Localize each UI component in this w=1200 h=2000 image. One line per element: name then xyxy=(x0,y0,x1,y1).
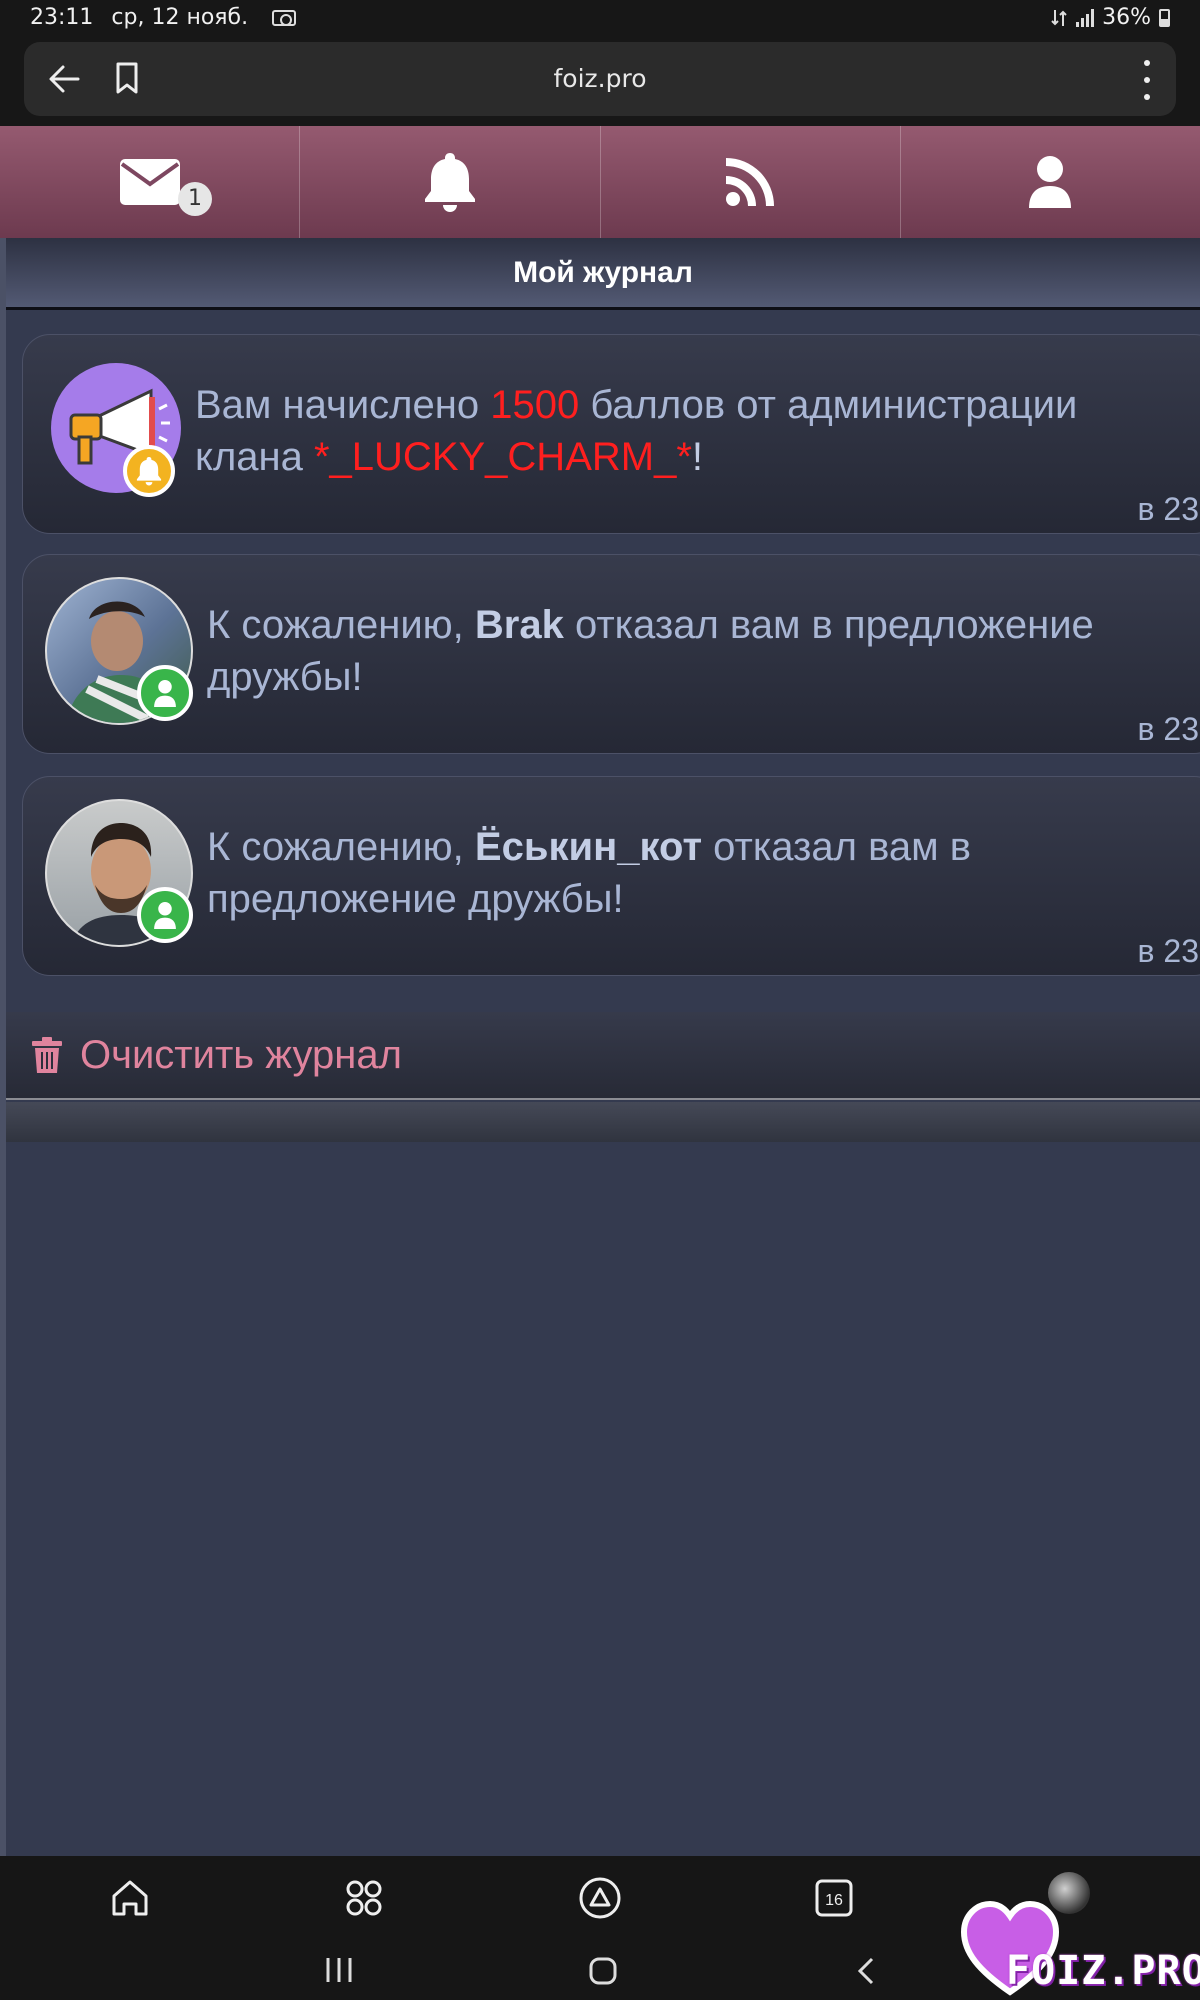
status-bar: 23:11 ср, 12 нояб. 36% xyxy=(0,0,1200,38)
notification-card[interactable]: К сожалению, Ёськин_кот отказал вам в пр… xyxy=(22,776,1200,976)
nav-tabs: 1 xyxy=(0,126,1200,238)
tab-messages[interactable]: 1 xyxy=(0,126,301,238)
watermark-logo: FOIZ.PRO xyxy=(960,1900,1200,2000)
notification-card[interactable]: К сожалению, Brak отказал вам в предложе… xyxy=(22,554,1200,754)
signal-icon xyxy=(1076,8,1095,27)
envelope-icon xyxy=(119,159,180,205)
online-badge xyxy=(137,887,193,943)
clan-name: *_LUCKY_CHARM_* xyxy=(313,435,692,479)
footer-strip xyxy=(6,1102,1200,1142)
apps-icon[interactable] xyxy=(338,1872,390,1924)
address-bar[interactable]: foiz.pro xyxy=(24,42,1176,116)
rss-icon xyxy=(726,158,775,206)
assistant-icon[interactable] xyxy=(574,1872,626,1924)
camera-icon xyxy=(272,9,297,26)
status-time: 23:11 xyxy=(30,5,94,30)
tab-profile[interactable] xyxy=(901,126,1200,238)
page-header: Мой журнал xyxy=(6,238,1200,310)
bell-icon xyxy=(424,153,475,212)
tab-feed[interactable] xyxy=(601,126,901,238)
status-right: 36% xyxy=(1050,5,1170,30)
recents-icon[interactable] xyxy=(324,1956,354,1984)
user-name-link[interactable]: Ёськин_кот xyxy=(475,825,702,869)
notification-card[interactable]: Вам начислено 1500 баллов от администрац… xyxy=(22,334,1200,534)
data-icon xyxy=(1051,9,1067,26)
back-icon[interactable] xyxy=(852,1956,882,1986)
points-amount: 1500 xyxy=(490,383,580,427)
status-date: ср, 12 нояб. xyxy=(111,5,249,30)
tab-notifications[interactable] xyxy=(300,126,601,238)
more-vert-icon[interactable] xyxy=(1142,60,1152,100)
calendar-icon[interactable]: 16 xyxy=(808,1872,860,1924)
notification-time: в 23 xyxy=(1137,933,1199,969)
bell-icon xyxy=(136,456,162,486)
user-name-link[interactable]: Brak xyxy=(475,603,564,647)
trash-icon xyxy=(32,1037,62,1073)
notification-time: в 23 xyxy=(1137,711,1199,747)
home-icon[interactable] xyxy=(104,1872,156,1924)
message-count-badge: 1 xyxy=(178,182,212,216)
bell-badge xyxy=(123,445,175,497)
browser-toolbar: foiz.pro xyxy=(0,38,1200,126)
status-left: 23:11 ср, 12 нояб. xyxy=(30,5,297,30)
notification-text: Вам начислено 1500 баллов от администрац… xyxy=(195,383,1078,479)
clear-journal-button[interactable]: Очистить журнал xyxy=(6,1012,1200,1100)
battery-icon xyxy=(1159,8,1170,27)
notification-text: К сожалению, Ёськин_кот отказал вам в пр… xyxy=(207,825,971,921)
user-icon xyxy=(154,679,176,707)
app-root: 23:11 ср, 12 нояб. 36% foiz.pro 1 Мой жу… xyxy=(0,0,1200,2000)
notification-text: К сожалению, Brak отказал вам в предложе… xyxy=(207,603,1094,699)
user-icon xyxy=(154,901,176,929)
notification-time: в 23 xyxy=(1137,491,1199,527)
user-icon xyxy=(1029,156,1072,208)
watermark-text: FOIZ.PRO xyxy=(1006,1948,1200,1994)
page-title: Мой журнал xyxy=(513,255,693,289)
clear-journal-label: Очистить журнал xyxy=(80,1032,402,1077)
home-button-icon[interactable] xyxy=(588,1956,618,1986)
url-text[interactable]: foiz.pro xyxy=(24,64,1176,93)
calendar-day: 16 xyxy=(825,1892,843,1909)
battery-percent: 36% xyxy=(1102,5,1151,30)
online-badge xyxy=(137,665,193,721)
